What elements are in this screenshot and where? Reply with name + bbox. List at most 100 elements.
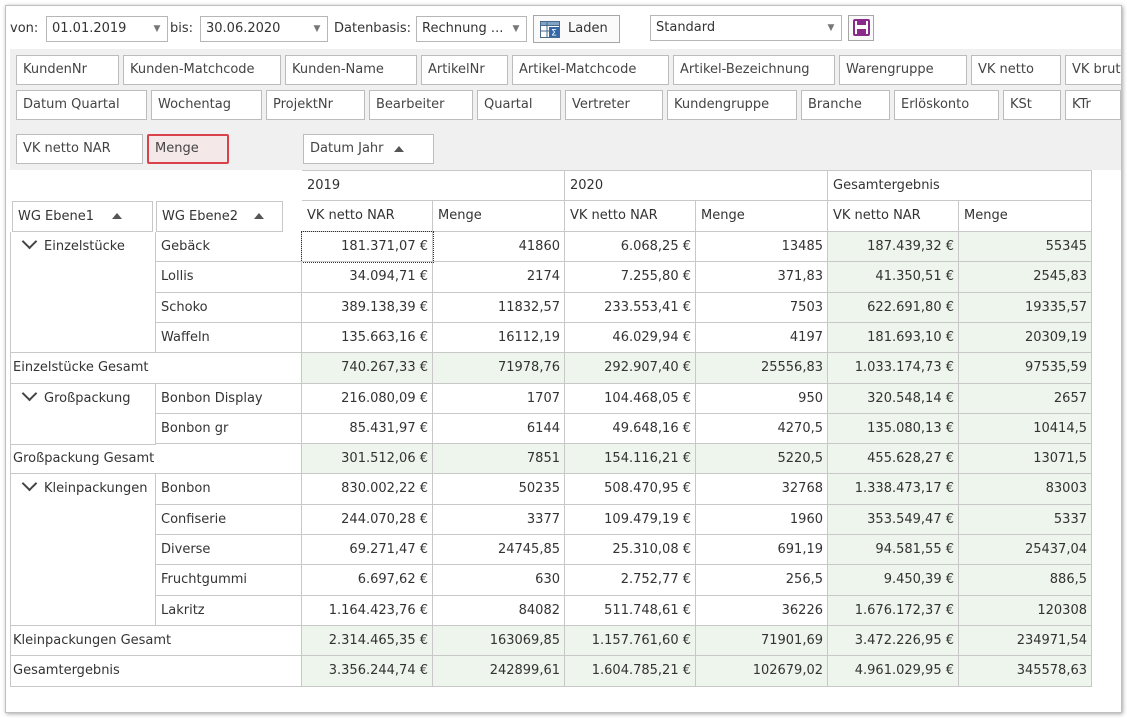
grand-total-cell[interactable]: 345578,63 (959, 656, 1092, 687)
value-cell[interactable]: 2657 (959, 384, 1092, 414)
value-cell[interactable]: 181.371,07 € (301, 231, 434, 263)
value-cell[interactable]: 46.029,94 € (565, 323, 696, 353)
group-total-cell[interactable]: 1.157.761,60 € (565, 626, 696, 656)
save-layout-button[interactable] (848, 15, 874, 41)
chevron-down-icon[interactable] (21, 475, 38, 492)
group-total-cell[interactable]: 234971,54 (959, 626, 1092, 656)
group-total-cell[interactable]: 5220,5 (696, 444, 828, 474)
value-cell[interactable]: 34.094,71 € (302, 262, 433, 293)
field-kunden-name[interactable]: Kunden-Name (285, 55, 417, 85)
value-cell[interactable]: 135.080,13 € (828, 414, 959, 444)
chevron-down-icon[interactable]: ▼ (151, 21, 163, 37)
grand-total-cell[interactable]: 242899,61 (433, 656, 565, 687)
value-cell[interactable]: 120308 (959, 596, 1092, 626)
value-cell[interactable]: 41.350,51 € (828, 262, 959, 293)
field-wochentag[interactable]: Wochentag (151, 90, 262, 120)
value-cell[interactable]: 256,5 (696, 565, 828, 596)
field-vk-brutto[interactable]: VK brutto (1065, 55, 1121, 85)
row-field-wg-ebene2[interactable]: WG Ebene2 (156, 201, 283, 232)
chevron-down-icon[interactable]: ▼ (311, 21, 323, 37)
value-cell[interactable]: 10414,5 (959, 414, 1092, 444)
grand-total-cell[interactable]: 1.604.785,21 € (565, 656, 696, 687)
value-cell[interactable]: 1707 (433, 384, 565, 414)
chevron-down-icon[interactable]: ▼ (510, 21, 522, 37)
value-cell[interactable]: 11832,57 (433, 293, 565, 323)
value-cell[interactable]: 1.338.473,17 € (828, 474, 959, 505)
field-kundennr[interactable]: KundenNr (16, 55, 119, 85)
value-cell[interactable]: 6.068,25 € (565, 232, 696, 262)
value-cell[interactable]: 83003 (959, 474, 1092, 505)
group-total-cell[interactable]: 13071,5 (959, 444, 1092, 474)
field-artikel-matchcode[interactable]: Artikel-Matchcode (512, 55, 669, 85)
value-cell[interactable]: 1.676.172,37 € (828, 596, 959, 626)
value-cell[interactable]: 830.002,22 € (302, 474, 433, 505)
data-field-vk-netto-nar[interactable]: VK netto NAR (16, 134, 143, 164)
value-cell[interactable]: 85.431,97 € (302, 414, 433, 444)
value-cell[interactable]: 4197 (696, 323, 828, 353)
value-cell[interactable]: 109.479,19 € (565, 505, 696, 535)
laden-button[interactable]: Σ Laden (533, 15, 620, 43)
value-cell[interactable]: 181.693,10 € (828, 323, 959, 353)
group-total-cell[interactable]: 3.472.226,95 € (828, 626, 959, 656)
value-cell[interactable]: 6.697,62 € (302, 565, 433, 596)
value-cell[interactable]: 24745,85 (433, 535, 565, 565)
value-cell[interactable]: 41860 (433, 232, 565, 262)
value-cell[interactable]: 622.691,80 € (828, 293, 959, 323)
value-cell[interactable]: 25437,04 (959, 535, 1092, 565)
group-total-cell[interactable]: 292.907,40 € (565, 353, 696, 384)
value-cell[interactable]: 1.164.423,76 € (302, 596, 433, 626)
value-cell[interactable]: 55345 (959, 232, 1092, 262)
field-ktr[interactable]: KTr (1065, 90, 1121, 120)
group-total-cell[interactable]: 7851 (433, 444, 565, 474)
chevron-down-icon[interactable]: ▼ (825, 20, 837, 36)
value-cell[interactable]: 4270,5 (696, 414, 828, 444)
value-cell[interactable]: 6144 (433, 414, 565, 444)
group-total-cell[interactable]: 1.033.174,73 € (828, 353, 959, 384)
value-cell[interactable]: 389.138,39 € (302, 293, 433, 323)
field-artikel-bezeichnung[interactable]: Artikel-Bezeichnung (673, 55, 835, 85)
value-cell[interactable]: 508.470,95 € (565, 474, 696, 505)
value-cell[interactable]: 244.070,28 € (302, 505, 433, 535)
value-cell[interactable]: 630 (433, 565, 565, 596)
field-vertreter[interactable]: Vertreter (565, 90, 663, 120)
value-cell[interactable]: 2545,83 (959, 262, 1092, 293)
von-date-field[interactable]: 01.01.2019 ▼ (46, 16, 168, 42)
group-total-cell[interactable]: 2.314.465,35 € (302, 626, 433, 656)
field-artikelnr[interactable]: ArtikelNr (421, 55, 508, 85)
grand-total-cell[interactable]: 4.961.029,95 € (828, 656, 959, 687)
value-cell[interactable]: 511.748,61 € (565, 596, 696, 626)
value-cell[interactable]: 371,83 (696, 262, 828, 293)
group-total-cell[interactable]: 301.512,06 € (302, 444, 433, 474)
value-cell[interactable]: 13485 (696, 232, 828, 262)
sort-ascending-icon[interactable] (112, 213, 122, 219)
value-cell[interactable]: 135.663,16 € (302, 323, 433, 353)
value-cell[interactable]: 233.553,41 € (565, 293, 696, 323)
value-cell[interactable]: 2174 (433, 262, 565, 293)
year-header-total[interactable]: Gesamtergebnis (828, 170, 1092, 201)
chevron-down-icon[interactable] (21, 233, 38, 250)
field-projektnr[interactable]: ProjektNr (266, 90, 365, 120)
grand-total-cell[interactable]: 102679,02 (696, 656, 828, 687)
value-cell[interactable]: 84082 (433, 596, 565, 626)
field-kst[interactable]: KSt (1003, 90, 1061, 120)
group-total-cell[interactable]: 25556,83 (696, 353, 828, 384)
value-cell[interactable]: 3377 (433, 505, 565, 535)
sort-ascending-icon[interactable] (394, 146, 404, 152)
value-cell[interactable]: 49.648,16 € (565, 414, 696, 444)
value-cell[interactable]: 7.255,80 € (565, 262, 696, 293)
value-cell[interactable]: 36226 (696, 596, 828, 626)
value-cell[interactable]: 5337 (959, 505, 1092, 535)
group-total-cell[interactable]: 154.116,21 € (565, 444, 696, 474)
value-cell[interactable]: 20309,19 (959, 323, 1092, 353)
group-header-cell[interactable]: Kleinpackungen (10, 474, 156, 626)
field-vk-netto[interactable]: VK netto (971, 55, 1061, 85)
value-cell[interactable]: 320.548,14 € (828, 384, 959, 414)
value-cell[interactable]: 187.439,32 € (828, 232, 959, 262)
field-kundengruppe[interactable]: Kundengruppe (667, 90, 797, 120)
field-warengruppe[interactable]: Warengruppe (839, 55, 967, 85)
value-cell[interactable]: 216.080,09 € (302, 384, 433, 414)
column-field-datum-jahr[interactable]: Datum Jahr (303, 134, 434, 164)
value-cell[interactable]: 69.271,47 € (302, 535, 433, 565)
value-cell[interactable]: 19335,57 (959, 293, 1092, 323)
grand-total-cell[interactable]: 3.356.244,74 € (302, 656, 433, 687)
